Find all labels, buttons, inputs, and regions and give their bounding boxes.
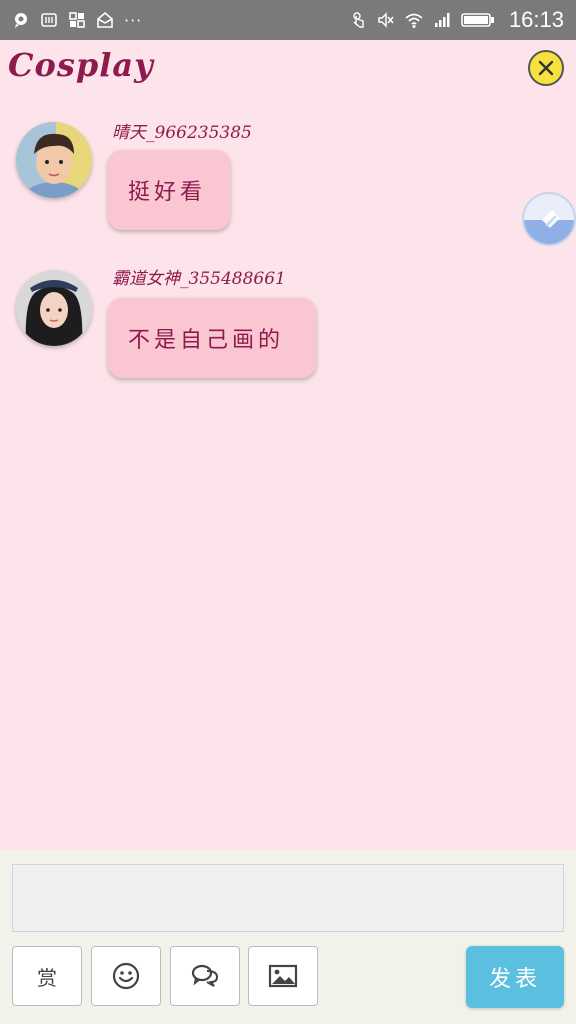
apps-grid-icon — [68, 11, 86, 29]
wifi-icon — [405, 11, 423, 29]
reward-label: 赏 — [37, 965, 57, 990]
image-button[interactable] — [248, 946, 318, 1006]
comment-icon — [191, 964, 219, 987]
message-username[interactable]: 晴天_966235385 — [112, 118, 252, 143]
emoji-button[interactable] — [91, 946, 161, 1006]
page-title: Cosplay — [8, 46, 154, 84]
avatar[interactable] — [16, 270, 92, 346]
message-bubble: 挺好看 — [108, 150, 230, 230]
message-username[interactable]: 霸道女神_355488661 — [112, 264, 286, 289]
composer: 赏 发表 — [0, 850, 576, 1024]
status-left: ··· — [12, 11, 142, 30]
avatar-boy-image — [16, 122, 92, 198]
status-right: 16:13 — [349, 7, 564, 33]
battery-icon — [461, 11, 495, 29]
signal-icon — [433, 11, 451, 29]
header: Cosplay — [0, 40, 576, 96]
floating-assistant-button[interactable] — [522, 192, 576, 246]
comment-input[interactable] — [12, 864, 564, 932]
status-time: 16:13 — [508, 7, 564, 32]
close-icon — [538, 60, 554, 76]
send-button[interactable]: 发表 — [466, 946, 564, 1008]
floating-ball-icon — [524, 210, 574, 244]
sim-card-icon — [40, 11, 58, 29]
overflow-dots: ··· — [124, 10, 143, 30]
avatar[interactable] — [16, 122, 92, 198]
touch-icon — [349, 11, 367, 29]
mute-icon — [377, 11, 395, 29]
avatar-girl-image — [16, 270, 92, 346]
comment-button[interactable] — [170, 946, 240, 1006]
emoji-icon — [112, 962, 140, 990]
chat-bubble-icon — [12, 11, 30, 29]
image-icon — [268, 964, 298, 988]
reward-button[interactable]: 赏 — [12, 946, 82, 1006]
status-bar: ··· 16:13 — [0, 0, 576, 40]
message-bubble: 不是自己画的 — [108, 298, 316, 378]
close-button[interactable] — [528, 50, 564, 86]
mail-icon — [96, 11, 114, 29]
